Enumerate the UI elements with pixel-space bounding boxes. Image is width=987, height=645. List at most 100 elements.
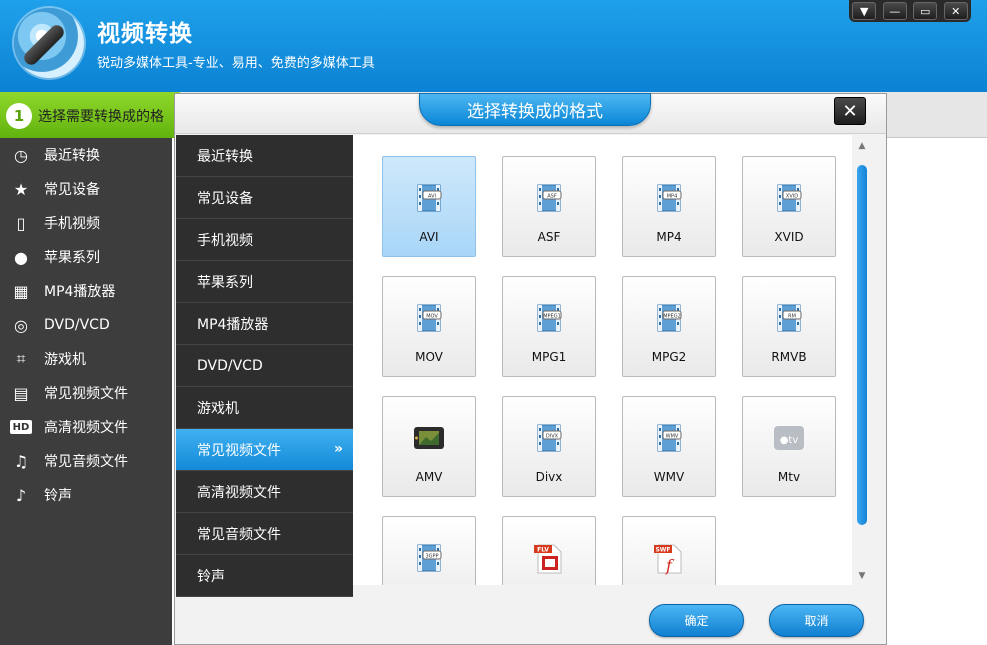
category-label: 苹果系列 (197, 274, 253, 291)
format-tile[interactable]: ●tv Mtv (742, 396, 836, 497)
category-label: 最近转换 (197, 148, 253, 165)
app-logo-icon (14, 8, 84, 78)
cancel-button[interactable]: 取消 (769, 604, 864, 637)
svg-text:XVID: XVID (786, 193, 798, 199)
svg-text:●tv: ●tv (780, 435, 799, 446)
category-label: 常见视频文件 (197, 442, 281, 459)
format-tile[interactable]: XVID XVID (742, 156, 836, 257)
clock-icon: ◷ (14, 145, 28, 165)
category-label: MP4播放器 (197, 316, 269, 333)
category-item[interactable]: 常见音频文件 (176, 513, 353, 555)
category-label: 常见设备 (197, 190, 253, 207)
svg-text:MOV: MOV (426, 313, 438, 319)
category-item[interactable]: MP4播放器 (176, 303, 353, 345)
format-label: Mtv (777, 470, 801, 484)
sidebar-item-label: 最近转换 (44, 148, 100, 164)
bell-icon: ♪ (15, 485, 27, 505)
scrollbar-thumb[interactable] (857, 165, 867, 525)
dialog-close-icon[interactable]: ✕ (834, 97, 866, 125)
header: 视频转换 锐动多媒体工具-专业、易用、免费的多媒体工具 ▼ — ▭ ✕ (0, 0, 987, 92)
svg-text:MPEG2: MPEG2 (663, 313, 681, 319)
format-label: AMV (415, 470, 443, 484)
close-window-icon[interactable]: ✕ (943, 2, 968, 20)
category-label: DVD/VCD (197, 357, 263, 374)
format-tile[interactable]: WMV WMV (622, 396, 716, 497)
format-tile[interactable]: 3GPP (382, 516, 476, 585)
maximize-icon[interactable]: ▭ (913, 2, 938, 20)
format-scrollbar[interactable]: ▲ ▼ (854, 141, 870, 583)
svg-text:AVI: AVI (428, 193, 436, 199)
sidebar-item[interactable]: ◎ DVD/VCD (0, 308, 172, 342)
sidebar-item-label: 铃声 (44, 488, 72, 504)
sidebar-item[interactable]: ▦ MP4播放器 (0, 274, 172, 308)
svg-text:MPEG1: MPEG1 (543, 313, 561, 319)
format-tile[interactable]: MPEG2 MPG2 (622, 276, 716, 377)
category-label: 手机视频 (197, 232, 253, 249)
format-tile[interactable]: FLV (502, 516, 596, 585)
app-subtitle: 锐动多媒体工具-专业、易用、免费的多媒体工具 (97, 56, 375, 71)
category-item[interactable]: 手机视频 (176, 219, 353, 261)
category-item[interactable]: 游戏机 (176, 387, 353, 429)
star-icon: ★ (13, 179, 29, 199)
format-tile[interactable]: MPEG1 MPG1 (502, 276, 596, 377)
film-strip-icon: AVI (414, 181, 444, 215)
sidebar-item[interactable]: ♫ 常见音频文件 (0, 444, 172, 478)
sidebar-item[interactable]: ★ 常见设备 (0, 172, 172, 206)
film-strip-icon: DIVX (534, 421, 564, 455)
category-item[interactable]: 最近转换 (176, 135, 353, 177)
film-strip-icon: 3GPP (414, 541, 444, 575)
sidebar-item[interactable]: ♪ 铃声 (0, 478, 172, 512)
minimize-icon[interactable]: — (882, 2, 907, 20)
sidebar-item-label: 常见音频文件 (44, 454, 128, 470)
sidebar-item[interactable]: HD 高清视频文件 (0, 410, 172, 444)
film-strip-icon: MP4 (654, 181, 684, 215)
disc-icon: ◎ (14, 315, 28, 335)
category-item[interactable]: 常见设备 (176, 177, 353, 219)
format-label: MP4 (656, 230, 682, 244)
category-label: 铃声 (197, 568, 225, 585)
sidebar-item[interactable]: ⌗ 游戏机 (0, 342, 172, 376)
sidebar-item-label: DVD/VCD (44, 317, 110, 333)
sidebar-item[interactable]: ● 苹果系列 (0, 240, 172, 274)
category-item[interactable]: DVD/VCD (176, 345, 353, 387)
sidebar-item[interactable]: ◷ 最近转换 (0, 138, 172, 172)
hd-icon: HD (10, 420, 32, 434)
film-strip-icon: XVID (774, 181, 804, 215)
app-title: 视频转换 (97, 21, 193, 47)
format-tile[interactable]: AMV (382, 396, 476, 497)
category-item[interactable]: 苹果系列 (176, 261, 353, 303)
category-item[interactable]: 铃声 (176, 555, 353, 597)
film-icon: ▤ (13, 383, 29, 403)
music-note-icon: ♫ (13, 451, 29, 471)
ok-button[interactable]: 确定 (649, 604, 744, 637)
sidebar-item[interactable]: ▤ 常见视频文件 (0, 376, 172, 410)
format-tile[interactable]: MP4 MP4 (622, 156, 716, 257)
mp4-player-icon: ▦ (13, 281, 29, 301)
step-number: 1 (6, 103, 32, 129)
film-strip-icon: WMV (654, 421, 684, 455)
step-1[interactable]: 1 选择需要转换成的格 (0, 92, 180, 138)
sidebar-item-label: 游戏机 (44, 352, 86, 368)
scroll-down-icon[interactable]: ▼ (857, 571, 867, 581)
sidebar: ◷ 最近转换 ★ 常见设备 ▯ 手机视频 ● 苹果系列 ▦ MP4播放器 ◎ DVD/VCD ⌗ 游戏机 ▤… (0, 138, 172, 645)
app-window: 视频转换 锐动多媒体工具-专业、易用、免费的多媒体工具 ▼ — ▭ ✕ 1 选择… (0, 0, 987, 645)
category-item[interactable]: 高清视频文件 (176, 471, 353, 513)
format-tile[interactable]: RM RMVB (742, 276, 836, 377)
format-tile[interactable]: AVI AVI (382, 156, 476, 257)
category-item[interactable]: 常见视频文件 » (176, 429, 353, 471)
menu-dropdown-icon[interactable]: ▼ (852, 2, 877, 20)
format-tile[interactable]: ASF ASF (502, 156, 596, 257)
swf-file-icon: SWF f (654, 541, 684, 575)
format-tile[interactable]: SWF f (622, 516, 716, 585)
amv-player-icon (414, 421, 444, 455)
window-controls: ▼ — ▭ ✕ (849, 0, 971, 22)
sidebar-item-label: 常见视频文件 (44, 386, 128, 402)
sidebar-item[interactable]: ▯ 手机视频 (0, 206, 172, 240)
format-tile[interactable]: MOV MOV (382, 276, 476, 377)
format-tile[interactable]: DIVX Divx (502, 396, 596, 497)
film-strip-icon: MOV (414, 301, 444, 335)
format-label: Divx (535, 470, 563, 484)
format-label: MPG1 (531, 350, 567, 364)
svg-text:MP4: MP4 (667, 193, 678, 199)
scroll-up-icon[interactable]: ▲ (857, 141, 867, 151)
